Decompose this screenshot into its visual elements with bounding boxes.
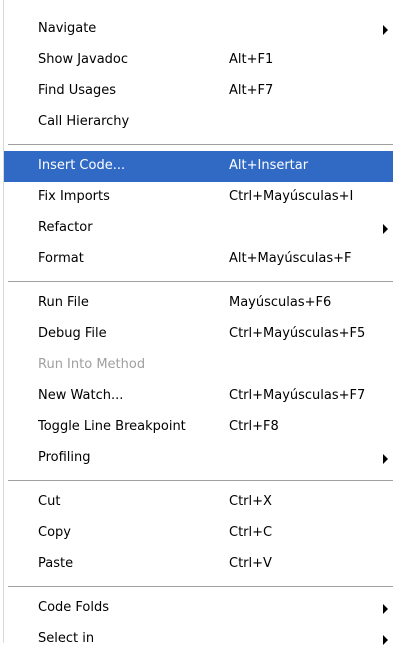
menu-item-shortcut: Alt+F1 xyxy=(229,52,274,67)
menu-item-shortcut: Ctrl+V xyxy=(229,556,272,571)
menu-item-run-file[interactable]: Run File Mayúsculas+F6 xyxy=(4,288,393,319)
menu-item-select-in[interactable]: Select in xyxy=(4,624,393,655)
menu-item-label: Code Folds xyxy=(38,600,110,615)
menu-item-show-javadoc[interactable]: Show Javadoc Alt+F1 xyxy=(4,45,393,76)
submenu-arrow-icon xyxy=(383,604,388,614)
menu-separator xyxy=(4,474,393,487)
menu-separator xyxy=(4,275,393,288)
submenu-arrow-icon xyxy=(383,25,388,35)
menu-item-profiling[interactable]: Profiling xyxy=(4,443,393,474)
menu-item-debug-file[interactable]: Debug File Ctrl+Mayúsculas+F5 xyxy=(4,319,393,350)
menu-item-shortcut: Ctrl+Mayúsculas+F7 xyxy=(229,388,366,403)
context-menu: Navigate Show Javadoc Alt+F1 Find Usages… xyxy=(0,0,393,646)
menu-item-navigate[interactable]: Navigate xyxy=(4,14,393,45)
menu-item-label: Debug File xyxy=(38,326,107,341)
menu-item-insert-code[interactable]: Insert Code... Alt+Insertar xyxy=(4,151,393,182)
menu-item-label: Copy xyxy=(38,525,71,540)
menu-item-shortcut: Alt+Mayúsculas+F xyxy=(229,251,352,266)
menu-item-copy[interactable]: Copy Ctrl+C xyxy=(4,518,393,549)
menu-item-cut[interactable]: Cut Ctrl+X xyxy=(4,487,393,518)
menu-item-new-watch[interactable]: New Watch... Ctrl+Mayúsculas+F7 xyxy=(4,381,393,412)
menu-item-label: Refactor xyxy=(38,220,93,235)
menu-item-label: Navigate xyxy=(38,21,97,36)
menu-item-format[interactable]: Format Alt+Mayúsculas+F xyxy=(4,244,393,275)
menu-item-label: Profiling xyxy=(38,450,91,465)
menu-item-shortcut: Ctrl+Mayúsculas+I xyxy=(229,189,354,204)
menu-item-label: Format xyxy=(38,251,84,266)
menu-item-toggle-line-breakpoint[interactable]: Toggle Line Breakpoint Ctrl+F8 xyxy=(4,412,393,443)
menu-item-shortcut: Ctrl+C xyxy=(229,525,273,540)
menu-separator xyxy=(4,138,393,151)
menu-item-shortcut: Ctrl+Mayúsculas+F5 xyxy=(229,326,366,341)
menu-item-label: Show Javadoc xyxy=(38,52,129,67)
menu-item-label: Call Hierarchy xyxy=(38,114,130,129)
menu-item-label: New Watch... xyxy=(38,388,124,403)
menu-item-call-hierarchy[interactable]: Call Hierarchy xyxy=(4,107,393,138)
menu-item-refactor[interactable]: Refactor xyxy=(4,213,393,244)
menu-item-label: Run File xyxy=(38,295,89,310)
menu-item-label: Fix Imports xyxy=(38,189,110,204)
menu-item-label: Paste xyxy=(38,556,74,571)
menu-item-shortcut: Alt+F7 xyxy=(229,83,274,98)
submenu-arrow-icon xyxy=(383,224,388,234)
menu-item-fix-imports[interactable]: Fix Imports Ctrl+Mayúsculas+I xyxy=(4,182,393,213)
menu-item-label: Toggle Line Breakpoint xyxy=(38,419,186,434)
menu-item-shortcut: Alt+Insertar xyxy=(229,158,309,173)
menu-item-label: Cut xyxy=(38,494,61,509)
submenu-arrow-icon xyxy=(383,454,388,464)
menu-item-label: Select in xyxy=(38,631,95,646)
menu-item-label: Find Usages xyxy=(38,83,117,98)
menu-item-label: Insert Code... xyxy=(38,158,126,173)
submenu-arrow-icon xyxy=(383,635,388,645)
menu-item-run-into-method: Run Into Method xyxy=(4,350,393,381)
menu-item-label: Run Into Method xyxy=(38,357,146,372)
menu-item-shortcut: Mayúsculas+F6 xyxy=(229,295,332,310)
menu-item-shortcut: Ctrl+F8 xyxy=(229,419,279,434)
menu-item-paste[interactable]: Paste Ctrl+V xyxy=(4,549,393,580)
menu-item-find-usages[interactable]: Find Usages Alt+F7 xyxy=(4,76,393,107)
menu-item-code-folds[interactable]: Code Folds xyxy=(4,593,393,624)
menu-item-shortcut: Ctrl+X xyxy=(229,494,272,509)
menu-separator xyxy=(4,580,393,593)
